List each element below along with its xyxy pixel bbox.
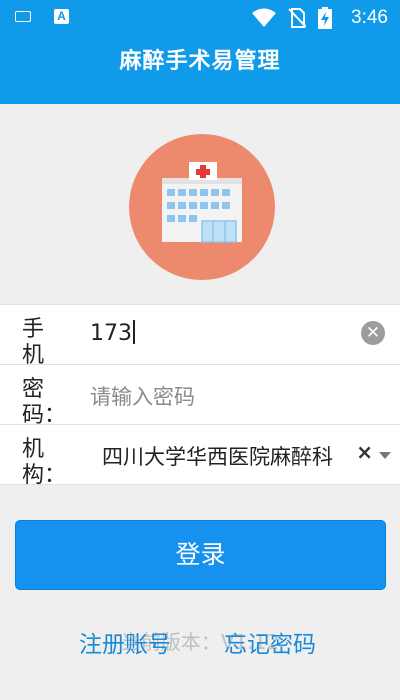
phone-row: 手机号： 173 ✕ <box>0 304 400 365</box>
version-text: 当前版本：V1.12 <box>120 630 280 654</box>
battery-charging-icon <box>318 7 332 29</box>
status-icons <box>252 7 332 29</box>
a-notification-icon: A <box>54 9 69 24</box>
chevron-down-icon[interactable] <box>379 452 391 459</box>
hospital-logo <box>129 134 275 280</box>
no-sim-icon <box>288 8 306 28</box>
institution-row: 机构： 四川大学华西医院麻醉科 × <box>0 425 400 485</box>
status-time: 3:46 <box>351 7 388 28</box>
app-header: 麻醉手术易管理 <box>0 34 400 104</box>
status-bar: A 3:46 <box>0 0 400 34</box>
text-cursor <box>133 320 135 344</box>
phone-input[interactable]: 173 <box>90 320 135 346</box>
login-form: 手机号： 173 ✕ 密码： 请输入密码 机构： 四川大学华西医院麻醉科 × <box>0 304 400 485</box>
wifi-icon <box>252 8 276 27</box>
hospital-icon <box>162 162 242 243</box>
phone-label: 手机号： <box>22 317 45 365</box>
keyboard-icon <box>15 11 31 22</box>
clear-institution-button[interactable]: × <box>356 440 373 464</box>
forgot-password-link[interactable]: 忘记密码 <box>224 625 316 659</box>
login-button[interactable]: 登录 <box>15 520 386 590</box>
clear-phone-button[interactable]: ✕ <box>361 321 385 345</box>
register-link[interactable]: 注册账号 <box>79 625 171 659</box>
institution-label: 机构： <box>22 437 67 485</box>
phone-value: 173 <box>90 321 132 346</box>
password-row: 密码： 请输入密码 <box>0 365 400 425</box>
password-label: 密码： <box>22 377 67 425</box>
password-input[interactable]: 请输入密码 <box>90 381 195 411</box>
page-title: 麻醉手术易管理 <box>119 49 281 74</box>
institution-select[interactable]: 四川大学华西医院麻醉科 <box>102 441 348 471</box>
